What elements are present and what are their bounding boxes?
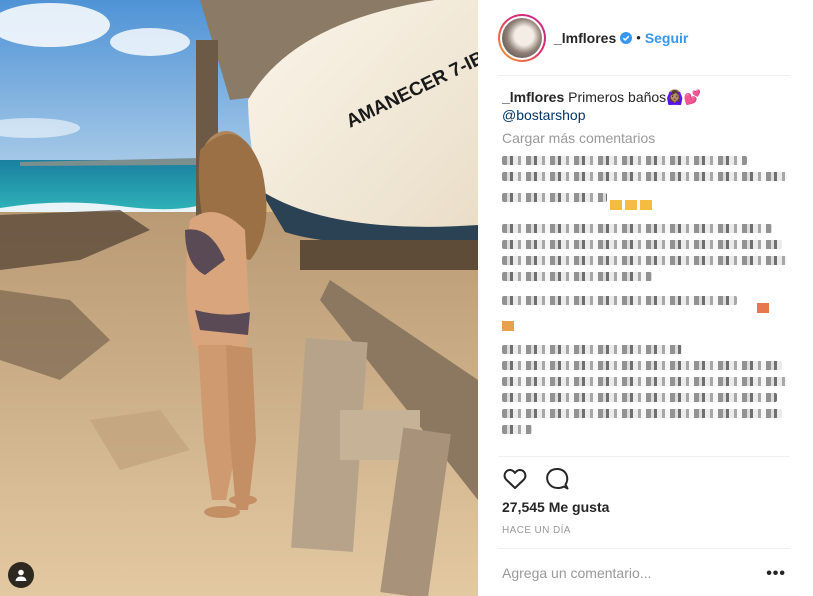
blurred-comment-line <box>502 156 747 165</box>
add-comment-bar: ••• <box>498 548 790 596</box>
blurred-comment-line <box>502 272 652 281</box>
blurred-emoji <box>610 199 622 210</box>
header-username-link[interactable]: _lmflores <box>554 30 616 46</box>
more-options-button[interactable]: ••• <box>766 565 786 583</box>
list-item <box>502 345 792 434</box>
add-comment-input[interactable] <box>502 564 752 581</box>
blurred-comment-line <box>502 240 782 249</box>
comment-icon[interactable] <box>544 466 570 492</box>
blurred-comment-line <box>502 409 782 418</box>
blurred-emoji <box>502 320 514 331</box>
post-actions-bar <box>498 456 790 501</box>
list-item <box>502 224 792 281</box>
blurred-emoji <box>640 199 652 210</box>
comments-list[interactable]: _lmflores Primeros baños🙆🏽‍♀️💕 @bostarsh… <box>502 88 792 443</box>
blurred-comment-line <box>502 224 772 233</box>
post-photo-illustration: AMANECER 7-IB-2-1- <box>0 0 478 596</box>
avatar-border <box>500 15 544 60</box>
blurred-comment-line <box>502 425 532 434</box>
blurred-emoji <box>757 302 769 313</box>
user-tag-icon <box>15 569 27 581</box>
avatar-image <box>502 17 542 58</box>
blurred-emoji <box>625 199 637 210</box>
blurred-comment-line <box>502 345 682 354</box>
avatar[interactable] <box>498 13 546 62</box>
likes-count[interactable]: 27,545 Me gusta <box>502 499 609 515</box>
blurred-comment-line <box>502 377 787 386</box>
post-side-panel: _lmflores • Seguir _lmflores Primeros ba… <box>478 0 813 596</box>
blurred-comment-line <box>502 256 787 265</box>
heart-icon[interactable] <box>502 466 528 492</box>
blurred-comment-line <box>502 361 782 370</box>
instagram-post-view: AMANECER 7-IB-2-1- _lmflores • Seguir _l… <box>0 0 813 596</box>
blurred-comment-line <box>502 193 607 202</box>
list-item <box>502 156 792 214</box>
caption-mention-link[interactable]: @bostarshop <box>502 107 585 123</box>
caption-username-link[interactable]: _lmflores <box>502 89 564 105</box>
caption-text: Primeros baños🙆🏽‍♀️💕 <box>568 89 702 105</box>
post-header: _lmflores • Seguir <box>498 0 790 76</box>
tagged-users-button[interactable] <box>8 562 34 588</box>
load-more-comments-button[interactable]: Cargar más comentarios <box>502 130 792 146</box>
blurred-comment-line <box>502 296 737 305</box>
blurred-comment-line <box>502 393 777 402</box>
post-timestamp[interactable]: HACE UN DÍA <box>502 525 571 536</box>
post-caption: _lmflores Primeros baños🙆🏽‍♀️💕 @bostarsh… <box>502 88 792 124</box>
header-separator: • <box>636 30 641 45</box>
list-item <box>502 291 792 335</box>
verified-badge-icon <box>620 31 633 44</box>
follow-button[interactable]: Seguir <box>645 30 689 46</box>
post-photo[interactable]: AMANECER 7-IB-2-1- <box>0 0 478 596</box>
blurred-comment-line <box>502 172 787 181</box>
